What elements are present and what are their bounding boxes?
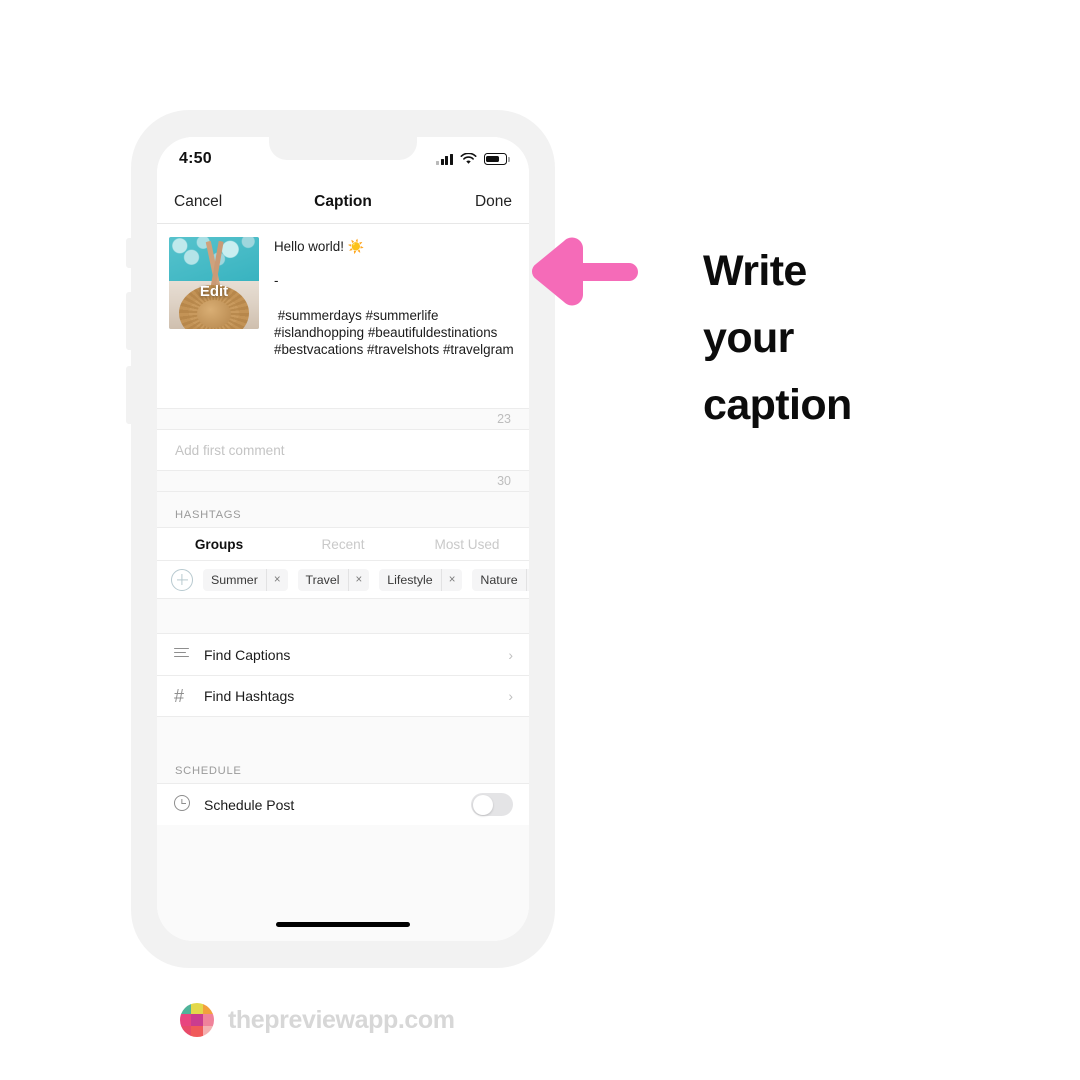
section-spacer — [157, 599, 529, 634]
wifi-icon — [460, 153, 477, 164]
hashtags-section-label: HASHTAGS — [157, 492, 529, 528]
menu-item-label: Find Hashtags — [204, 688, 295, 704]
phone-volume-up-button[interactable] — [126, 292, 132, 350]
chevron-right-icon: › — [508, 646, 513, 663]
poster-canvas: 4:50 Cancel Caption Done Edit Hello worl… — [0, 0, 1080, 1080]
navigation-bar: Cancel Caption Done — [157, 181, 529, 224]
logo-cell — [202, 1003, 214, 1015]
headline-line-3: caption — [703, 381, 852, 429]
phone-frame: 4:50 Cancel Caption Done Edit Hello worl… — [126, 110, 555, 968]
preview-app-logo — [180, 1003, 214, 1037]
caption-textarea[interactable]: Hello world! ☀️ - #summerdays #summerlif… — [259, 237, 515, 408]
schedule-post-toggle[interactable] — [471, 793, 513, 816]
menu-item-find-hashtags[interactable]: # Find Hashtags › — [157, 675, 529, 716]
close-icon[interactable]: × — [440, 568, 463, 591]
headline-line-2: your — [703, 314, 794, 362]
logo-cell — [191, 1025, 203, 1037]
close-icon[interactable]: × — [525, 568, 529, 591]
phone-mute-switch[interactable] — [126, 238, 132, 268]
status-bar-icons — [436, 153, 510, 165]
caption-char-counter: 23 — [157, 408, 529, 430]
chip-summer[interactable]: Summer × — [203, 568, 288, 591]
hash-icon: # — [174, 685, 185, 706]
chip-travel[interactable]: Travel × — [297, 568, 370, 591]
close-icon[interactable]: × — [347, 568, 370, 591]
post-thumbnail[interactable]: Edit — [169, 237, 259, 329]
tab-most-used[interactable]: Most Used — [405, 537, 529, 552]
hashtag-group-chips: Summer × Travel × Lifestyle × Nature × — [157, 561, 529, 599]
clock-icon — [174, 794, 204, 815]
close-icon[interactable]: × — [265, 568, 288, 591]
chip-nature[interactable]: Nature × — [472, 568, 529, 591]
logo-cell — [180, 1025, 192, 1037]
logo-cell — [191, 1003, 203, 1015]
home-indicator[interactable] — [276, 922, 410, 927]
battery-icon — [484, 153, 510, 165]
phone-screen: 4:50 Cancel Caption Done Edit Hello worl… — [157, 137, 529, 941]
done-button[interactable]: Done — [475, 193, 512, 211]
headline-line-1: Write — [703, 247, 807, 295]
edit-photo-label[interactable]: Edit — [169, 283, 259, 300]
comment-char-counter: 30 — [157, 470, 529, 492]
cellular-bars-icon — [436, 153, 453, 165]
left-arrow-icon — [531, 237, 638, 306]
footer-branding: thepreviewapp.com — [180, 1003, 455, 1037]
phone-volume-down-button[interactable] — [126, 366, 132, 424]
menu-item-label: Find Captions — [204, 646, 291, 663]
schedule-section-label: SCHEDULE — [157, 748, 529, 784]
logo-cell — [202, 1014, 214, 1026]
chip-label: Summer — [211, 572, 258, 587]
logo-cell — [202, 1025, 214, 1037]
list-lines-icon — [174, 645, 204, 664]
cancel-button[interactable]: Cancel — [174, 193, 222, 211]
tab-groups[interactable]: Groups — [157, 537, 281, 552]
chip-label: Nature — [480, 572, 518, 587]
logo-cell — [180, 1014, 192, 1026]
chip-label: Travel — [305, 572, 340, 587]
logo-cell — [191, 1014, 203, 1026]
tab-recent[interactable]: Recent — [281, 537, 405, 552]
caption-section: Edit Hello world! ☀️ - #summerdays #summ… — [157, 224, 529, 408]
chip-lifestyle[interactable]: Lifestyle × — [379, 568, 463, 591]
phone-notch — [269, 137, 417, 160]
schedule-spacer — [157, 716, 529, 748]
footer-brand-text: thepreviewapp.com — [228, 1005, 455, 1034]
first-comment-input[interactable]: Add first comment — [157, 430, 529, 470]
chip-label: Lifestyle — [387, 572, 433, 587]
menu-item-find-captions[interactable]: Find Captions › — [157, 634, 529, 675]
headline-text: Write your caption — [703, 238, 1033, 439]
schedule-post-row[interactable]: Schedule Post — [157, 784, 529, 825]
hashtag-tabs: Groups Recent Most Used — [157, 528, 529, 561]
plus-circle-icon[interactable] — [171, 568, 193, 591]
schedule-post-label: Schedule Post — [204, 796, 295, 813]
logo-cell — [180, 1003, 192, 1015]
status-bar-clock: 4:50 — [179, 150, 212, 167]
chevron-right-icon: › — [508, 688, 513, 704]
